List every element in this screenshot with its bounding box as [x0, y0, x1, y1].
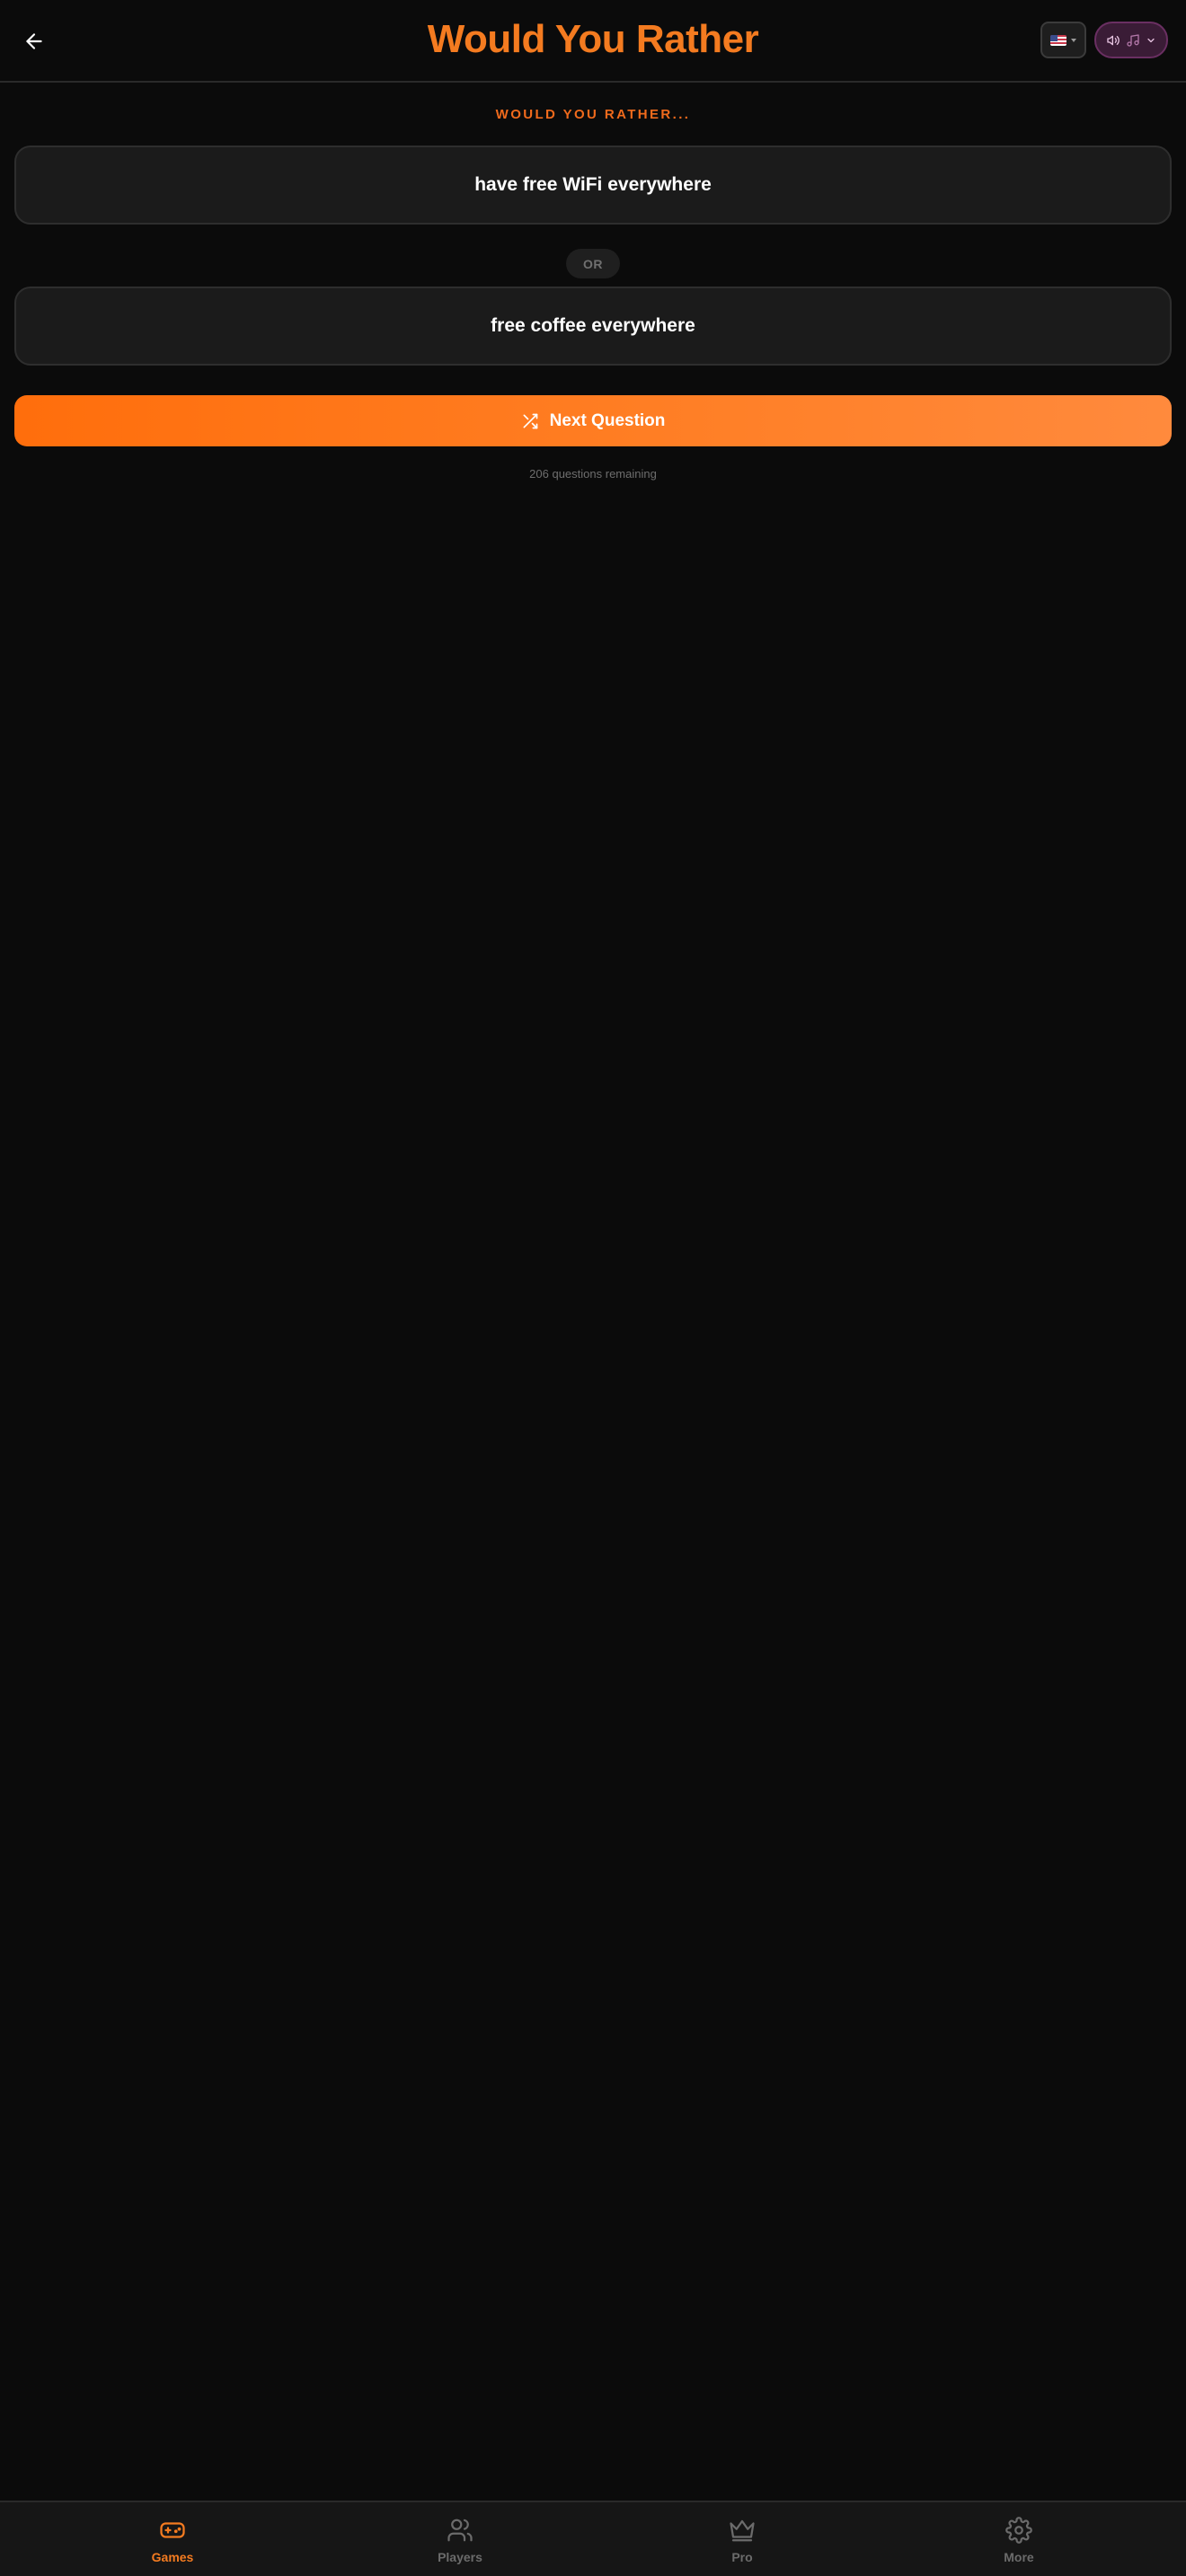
- gear-icon: [1005, 2517, 1032, 2544]
- app-screen: Would You Rather WOULD YOU RATHER... hav…: [0, 0, 1186, 2576]
- nav-label-pro: Pro: [731, 2550, 753, 2564]
- back-button[interactable]: [13, 20, 56, 63]
- nav-item-games[interactable]: Games: [101, 2502, 244, 2576]
- nav-item-pro[interactable]: Pro: [670, 2502, 814, 2576]
- option-b-card[interactable]: free coffee everywhere: [14, 287, 1172, 366]
- or-divider-badge: OR: [566, 249, 620, 278]
- music-note-icon: [1127, 33, 1139, 47]
- chevron-down-icon: [1147, 38, 1155, 42]
- crown-icon: [730, 2519, 755, 2542]
- shuffle-icon: [523, 413, 537, 428]
- arrow-left-icon: [26, 33, 42, 49]
- option-a-card[interactable]: have free WiFi everywhere: [14, 146, 1172, 225]
- sound-toggle-button[interactable]: [1094, 22, 1168, 58]
- nav-label-games: Games: [151, 2550, 194, 2564]
- nav-label-more: More: [1004, 2550, 1034, 2564]
- users-icon: [447, 2519, 473, 2542]
- nav-item-more[interactable]: More: [947, 2502, 1091, 2576]
- option-a-text: have free WiFi everywhere: [474, 174, 712, 195]
- us-flag-icon: [1050, 34, 1067, 46]
- prompt-label: WOULD YOU RATHER...: [495, 107, 691, 122]
- questions-remaining-text: 206 questions remaining: [529, 467, 657, 481]
- gamepad-icon: [160, 2522, 185, 2538]
- nav-label-players: Players: [438, 2550, 482, 2564]
- page-title: Would You Rather: [427, 17, 759, 61]
- nav-item-players[interactable]: Players: [388, 2502, 532, 2576]
- next-question-button[interactable]: Next Question: [14, 395, 1172, 446]
- option-b-text: free coffee everywhere: [491, 315, 695, 336]
- speaker-icon: [1107, 35, 1120, 45]
- next-question-label: Next Question: [549, 410, 666, 430]
- language-selector-button[interactable]: [1040, 22, 1086, 58]
- bottom-navigation: Games Players Pro More: [0, 2501, 1186, 2576]
- top-bar: Would You Rather: [0, 0, 1186, 83]
- caret-down-icon: [1071, 38, 1076, 42]
